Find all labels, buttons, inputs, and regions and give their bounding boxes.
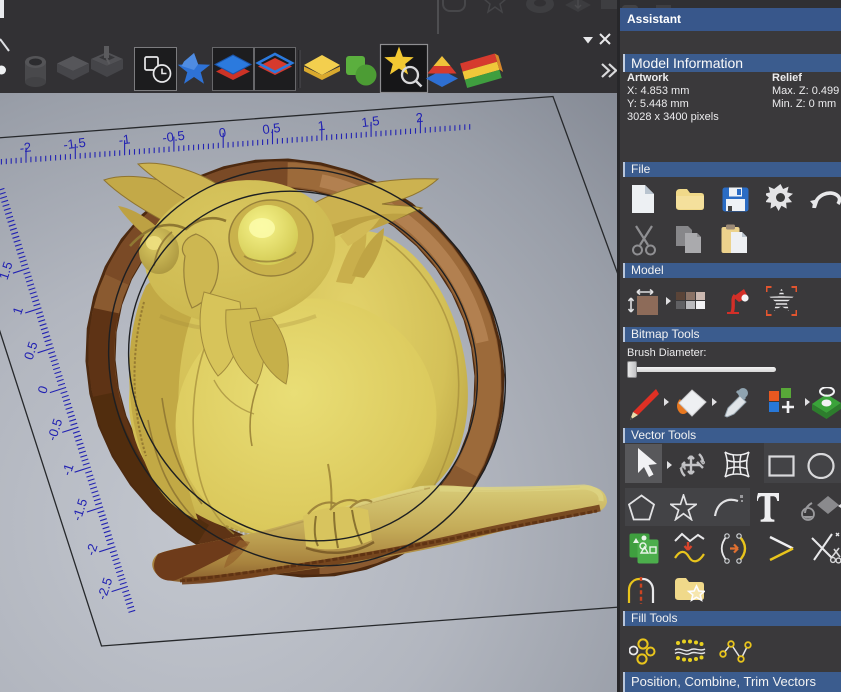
svg-text:-1.5: -1.5 [62, 135, 86, 153]
svg-text:-0.5: -0.5 [161, 128, 185, 146]
svg-text:1.5: 1.5 [361, 113, 381, 130]
svg-text:0.5: 0.5 [262, 120, 282, 137]
svg-text:-1: -1 [118, 131, 131, 147]
svg-text:-2: -2 [19, 139, 32, 155]
